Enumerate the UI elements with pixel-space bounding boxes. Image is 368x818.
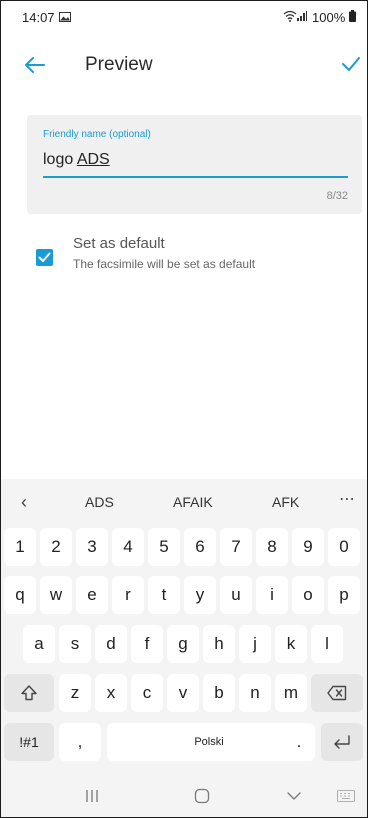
app-bar: Preview [1,41,367,91]
key[interactable]: s [59,625,91,663]
key[interactable]: b [203,674,235,712]
key[interactable]: r [112,576,144,614]
back-nav-icon[interactable] [287,791,301,801]
key[interactable]: v [167,674,199,712]
status-bar: 14:07 100% [1,1,367,35]
period-key[interactable]: . [283,723,315,761]
key[interactable]: u [220,576,252,614]
enter-key[interactable] [321,723,363,761]
key[interactable]: p [328,576,360,614]
key[interactable]: k [275,625,307,663]
key[interactable]: f [131,625,163,663]
friendly-name-input[interactable]: logo ADS [43,151,110,169]
signal-icon [297,11,307,21]
check-icon[interactable] [341,55,361,73]
battery-level: 100% [312,10,346,25]
soft-keyboard: ‹ ADS AFAIK AFK ⋯ 1 2 3 4 5 6 7 8 9 0 q … [1,479,367,817]
key[interactable]: x [95,674,127,712]
friendly-name-card: Friendly name (optional) logo ADS 8/32 [27,115,362,214]
key[interactable]: 5 [148,528,180,566]
checkbox-check-icon [38,252,51,262]
key[interactable]: t [148,576,180,614]
shift-icon [21,685,37,701]
friendly-name-value-composing: ADS [76,151,110,168]
image-notification-icon [59,12,71,22]
friendly-name-value-prefix: logo [43,151,77,168]
input-underline [43,176,348,178]
keyboard-hide-icon[interactable] [337,790,355,802]
key[interactable]: 8 [256,528,288,566]
recents-icon[interactable] [85,789,99,803]
set-default-option[interactable]: Set as default The facsimile will be set… [27,233,362,277]
shift-key[interactable] [4,674,54,712]
character-counter: 8/32 [326,190,348,202]
backspace-key[interactable] [311,674,363,712]
key[interactable]: h [203,625,235,663]
key[interactable]: q [4,576,36,614]
key[interactable]: i [256,576,288,614]
suggestion-item[interactable]: AFK [272,494,299,510]
set-default-description: The facsimile will be set as default [73,257,256,271]
key[interactable]: a [23,625,55,663]
symbols-key[interactable]: !#1 [4,723,54,761]
key[interactable]: g [167,625,199,663]
key[interactable]: 1 [4,528,36,566]
key[interactable]: w [40,576,72,614]
key[interactable]: 2 [40,528,72,566]
key[interactable]: 7 [220,528,252,566]
key[interactable]: y [184,576,216,614]
back-arrow-icon[interactable] [23,56,45,74]
suggestion-item[interactable]: AFAIK [173,494,213,510]
suggestion-collapse-icon[interactable]: ‹ [21,492,27,513]
set-default-checkbox[interactable] [36,249,53,266]
wifi-icon [283,10,297,22]
key[interactable]: l [311,625,343,663]
battery-icon [349,10,356,22]
key[interactable]: 0 [328,528,360,566]
phone-screen: 14:07 100% Preview Friendly name (option… [0,0,368,818]
key[interactable]: e [76,576,108,614]
page-title: Preview [85,54,153,75]
enter-icon [334,735,350,749]
key[interactable]: 6 [184,528,216,566]
key[interactable]: o [292,576,324,614]
key[interactable]: 9 [292,528,324,566]
more-options-icon[interactable]: ⋯ [339,489,355,509]
navigation-bar [1,775,367,817]
space-key[interactable]: Polski [107,723,311,761]
backspace-icon [327,685,347,701]
key[interactable]: z [59,674,91,712]
key[interactable]: 4 [112,528,144,566]
comma-key[interactable]: , [59,723,101,761]
key[interactable]: m [275,674,307,712]
key[interactable]: c [131,674,163,712]
suggestion-bar: ‹ ADS AFAIK AFK ⋯ [1,479,367,525]
status-time: 14:07 [22,10,55,25]
key[interactable]: 3 [76,528,108,566]
suggestion-item[interactable]: ADS [85,494,114,510]
friendly-name-label: Friendly name (optional) [43,129,151,140]
key[interactable]: j [239,625,271,663]
set-default-title: Set as default [73,235,165,252]
home-icon[interactable] [194,788,210,804]
key[interactable]: n [239,674,271,712]
key[interactable]: d [95,625,127,663]
